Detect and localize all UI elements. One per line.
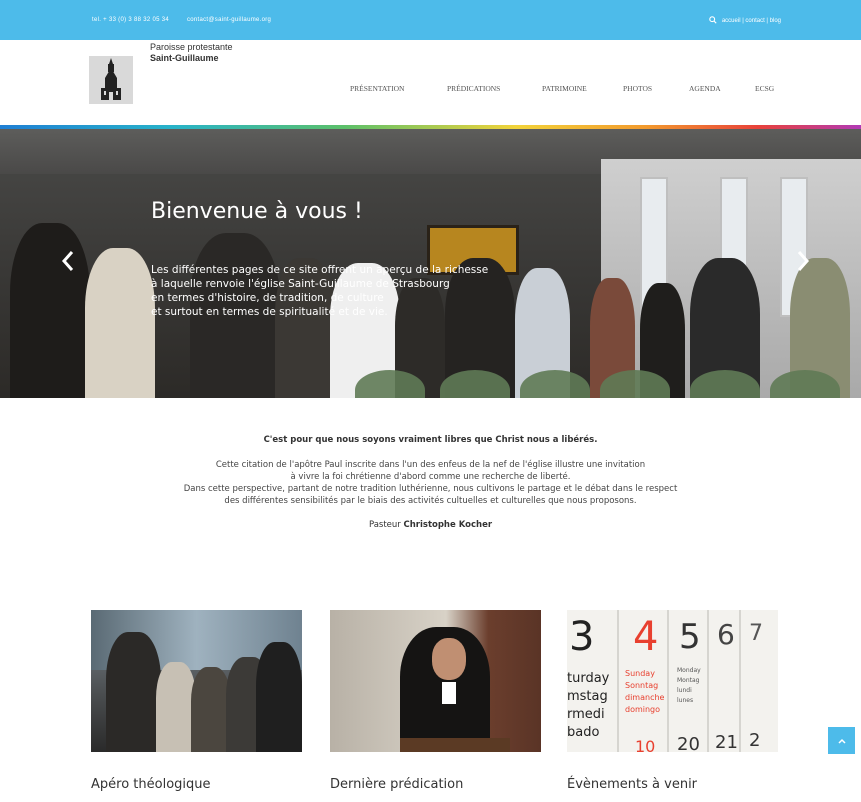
intro-section: C'est pour que nous soyons vraiment libr… — [0, 435, 861, 530]
intro-line: à vivre la foi chrétienne d'abord comme … — [290, 472, 571, 482]
chevron-up-icon — [837, 732, 847, 750]
calendar-number: 20 — [677, 734, 700, 752]
contact-info: tel. + 33 (0) 3 88 32 05 34 contact@sain… — [92, 17, 287, 23]
card-image[interactable] — [330, 610, 541, 752]
nav-item-predications[interactable]: PRÉDICATIONS — [447, 84, 542, 93]
nav-item-patrimoine[interactable]: PATRIMOINE — [542, 84, 623, 93]
parish-name-line1: Paroisse protestante — [150, 42, 233, 52]
church-logo[interactable] — [89, 56, 133, 104]
calendar-word: turday — [567, 671, 610, 686]
calendar-word: bado — [567, 725, 599, 740]
nav-item-presentation[interactable]: PRÉSENTATION — [350, 84, 447, 93]
card-title[interactable]: Évènements à venir — [567, 777, 778, 792]
calendar-number: 3 — [569, 614, 594, 660]
site-header — [0, 40, 861, 126]
chevron-left-icon[interactable] — [60, 249, 76, 273]
card-title[interactable]: Apéro théologique — [91, 777, 302, 792]
calendar-photo: 3 4 5 6 7 turday mstag rmedi bado Sunday… — [567, 610, 778, 752]
calendar-number: 4 — [633, 614, 658, 660]
top-nav-links[interactable]: accueil | contact | blog — [722, 18, 781, 24]
calendar-word: domingo — [625, 705, 660, 714]
hero-person — [85, 248, 155, 398]
calendar-word: dimanche — [625, 693, 665, 702]
search-icon[interactable] — [709, 16, 717, 26]
hero-slider: Bienvenue à vous ! Les différentes pages… — [0, 129, 861, 398]
calendar-word: mstag — [567, 689, 608, 704]
hero-text: Les différentes pages de ce site offrent… — [151, 263, 561, 319]
phone-number[interactable]: tel. + 33 (0) 3 88 32 05 34 — [92, 17, 169, 23]
calendar-word: Sunday — [625, 669, 655, 678]
back-to-top-button[interactable] — [828, 727, 855, 754]
calendar-word: Monday — [677, 667, 701, 674]
top-links: accueil | contact | blog — [709, 16, 781, 26]
nav-item-photos[interactable]: PHOTOS — [623, 84, 689, 93]
intro-line: Dans cette perspective, partant de notre… — [183, 484, 678, 494]
calendar-word: lunes — [677, 697, 693, 704]
hero-title: Bienvenue à vous ! — [151, 199, 363, 224]
calendar-word: Sonntag — [625, 681, 658, 690]
card-evenements[interactable]: 3 4 5 6 7 turday mstag rmedi bado Sunday… — [567, 610, 778, 792]
calendar-number: 10 — [635, 737, 655, 752]
signature-name: Christophe Kocher — [403, 520, 493, 530]
card-image[interactable] — [91, 610, 302, 752]
main-nav: PRÉSENTATION PRÉDICATIONS PATRIMOINE PHO… — [350, 84, 785, 93]
intro-line: Cette citation de l'apôtre Paul inscrite… — [215, 460, 646, 470]
calendar-number: 7 — [749, 621, 763, 646]
hero-chair — [520, 370, 590, 398]
parish-name-line2: Saint-Guillaume — [150, 53, 219, 63]
email-link[interactable]: contact@saint-guillaume.org — [187, 17, 271, 23]
intro-body: Cette citation de l'apôtre Paul inscrite… — [0, 459, 861, 507]
calendar-word: Montag — [677, 677, 700, 684]
hero-text-line: en termes d'histoire, de tradition, de c… — [151, 292, 384, 304]
chevron-right-icon[interactable] — [795, 249, 811, 273]
hero-text-line: et surtout en termes de spiritualité et … — [151, 306, 388, 318]
calendar-word: rmedi — [567, 707, 605, 722]
card-image[interactable]: 3 4 5 6 7 turday mstag rmedi bado Sunday… — [567, 610, 778, 752]
card-title[interactable]: Dernière prédication — [330, 777, 541, 792]
signature-prefix: Pasteur — [368, 520, 401, 530]
calendar-number: 5 — [679, 617, 701, 657]
hero-text-line: à laquelle renvoie l'église Saint-Guilla… — [151, 278, 450, 290]
calendar-number: 2 — [749, 730, 760, 751]
calendar-number: 6 — [717, 618, 735, 651]
nav-item-ecsg[interactable]: ECSG — [755, 84, 785, 93]
intro-quote: C'est pour que nous soyons vraiment libr… — [263, 435, 598, 445]
hero-person — [10, 223, 90, 398]
card-predication[interactable]: Dernière prédication — [330, 610, 541, 792]
calendar-number: 21 — [715, 732, 738, 752]
calendar-word: lundi — [677, 687, 692, 694]
parish-name[interactable]: Paroisse protestante Saint-Guillaume — [150, 42, 233, 64]
hero-text-line: Les différentes pages de ce site offrent… — [151, 264, 489, 276]
intro-line: des différentes sensibilités par le biai… — [224, 496, 637, 506]
intro-signature: Pasteur Christophe Kocher — [0, 520, 861, 530]
top-bar: tel. + 33 (0) 3 88 32 05 34 contact@sain… — [0, 0, 861, 40]
nav-item-agenda[interactable]: AGENDA — [689, 84, 755, 93]
card-apero[interactable]: Apéro théologique — [91, 610, 302, 792]
